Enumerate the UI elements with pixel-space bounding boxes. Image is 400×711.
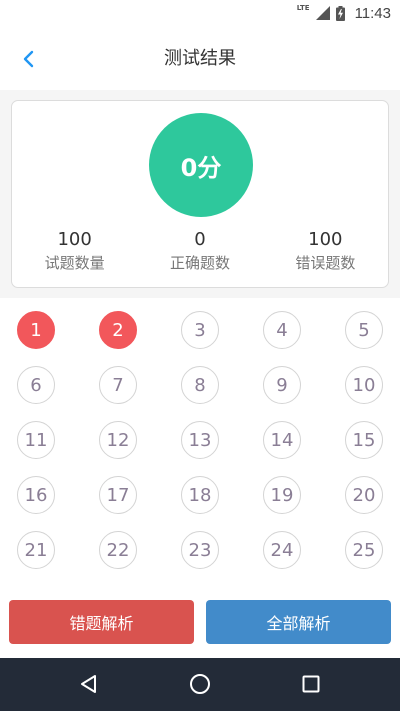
question-item[interactable]: 2 bbox=[99, 311, 137, 349]
status-icons: LTE 11:43 bbox=[297, 0, 391, 26]
question-item[interactable]: 22 bbox=[99, 531, 137, 569]
stat-value: 0 bbox=[194, 229, 206, 250]
clock: 11:43 bbox=[354, 4, 391, 22]
score-circle: 0分 bbox=[149, 113, 253, 217]
question-item[interactable]: 10 bbox=[345, 366, 383, 404]
question-grid: 1 2 3 4 5 6 7 8 9 10 11 12 13 14 15 16 17 18 19 20 21 22 23 24 2… bbox=[17, 311, 383, 569]
question-item[interactable]: 8 bbox=[181, 366, 219, 404]
stat-value: 100 bbox=[57, 229, 92, 250]
circle-home-icon bbox=[190, 674, 210, 694]
question-item[interactable]: 13 bbox=[181, 421, 219, 459]
all-analysis-button[interactable]: 全部解析 bbox=[206, 600, 391, 644]
network-type-label: LTE bbox=[296, 4, 310, 12]
result-summary-card: 0分 100 试题数量 0 正确题数 100 错误题数 bbox=[11, 100, 389, 288]
question-item[interactable]: 4 bbox=[263, 311, 301, 349]
question-item[interactable]: 16 bbox=[17, 476, 55, 514]
triangle-back-icon bbox=[81, 675, 96, 693]
signal-icon bbox=[315, 6, 330, 20]
stat-label: 正确题数 bbox=[169, 254, 230, 272]
question-item[interactable]: 18 bbox=[181, 476, 219, 514]
stat-value: 100 bbox=[308, 229, 343, 250]
page-title: 测试结果 bbox=[164, 48, 236, 69]
question-item[interactable]: 1 bbox=[17, 311, 55, 349]
question-item[interactable]: 23 bbox=[181, 531, 219, 569]
system-nav-bar bbox=[0, 658, 400, 711]
nav-back-button[interactable] bbox=[76, 671, 102, 697]
question-item[interactable]: 21 bbox=[17, 531, 55, 569]
stat-label: 试题数量 bbox=[44, 254, 105, 272]
question-item[interactable]: 19 bbox=[263, 476, 301, 514]
nav-recents-button[interactable] bbox=[298, 671, 324, 697]
stat-total-questions: 100 试题数量 bbox=[12, 229, 137, 275]
question-item[interactable]: 25 bbox=[345, 531, 383, 569]
question-item[interactable]: 3 bbox=[181, 311, 219, 349]
question-item[interactable]: 7 bbox=[99, 366, 137, 404]
question-item[interactable]: 6 bbox=[17, 366, 55, 404]
question-item[interactable]: 14 bbox=[263, 421, 301, 459]
status-bar: LTE 11:43 bbox=[0, 0, 400, 26]
square-recents-icon bbox=[302, 675, 320, 693]
question-item[interactable]: 24 bbox=[263, 531, 301, 569]
question-item[interactable]: 17 bbox=[99, 476, 137, 514]
question-item[interactable]: 15 bbox=[345, 421, 383, 459]
question-item[interactable]: 11 bbox=[17, 421, 55, 459]
question-item[interactable]: 5 bbox=[345, 311, 383, 349]
stats-row: 100 试题数量 0 正确题数 100 错误题数 bbox=[12, 229, 388, 275]
question-grid-area[interactable]: 1 2 3 4 5 6 7 8 9 10 11 12 13 14 15 16 17 18 19 20 21 22 23 24 2… bbox=[0, 298, 400, 600]
nav-home-button[interactable] bbox=[187, 671, 213, 697]
question-item[interactable]: 12 bbox=[99, 421, 137, 459]
question-item[interactable]: 9 bbox=[263, 366, 301, 404]
toolbar: 测试结果 bbox=[0, 26, 400, 90]
battery-charging-icon bbox=[335, 5, 345, 21]
action-bar: 错题解析 全部解析 bbox=[0, 600, 400, 658]
stat-correct-count: 0 正确题数 bbox=[137, 229, 262, 275]
question-item[interactable]: 20 bbox=[345, 476, 383, 514]
wrong-analysis-button[interactable]: 错题解析 bbox=[9, 600, 194, 644]
stat-label: 错误题数 bbox=[295, 254, 356, 272]
stat-wrong-count: 100 错误题数 bbox=[263, 229, 388, 275]
